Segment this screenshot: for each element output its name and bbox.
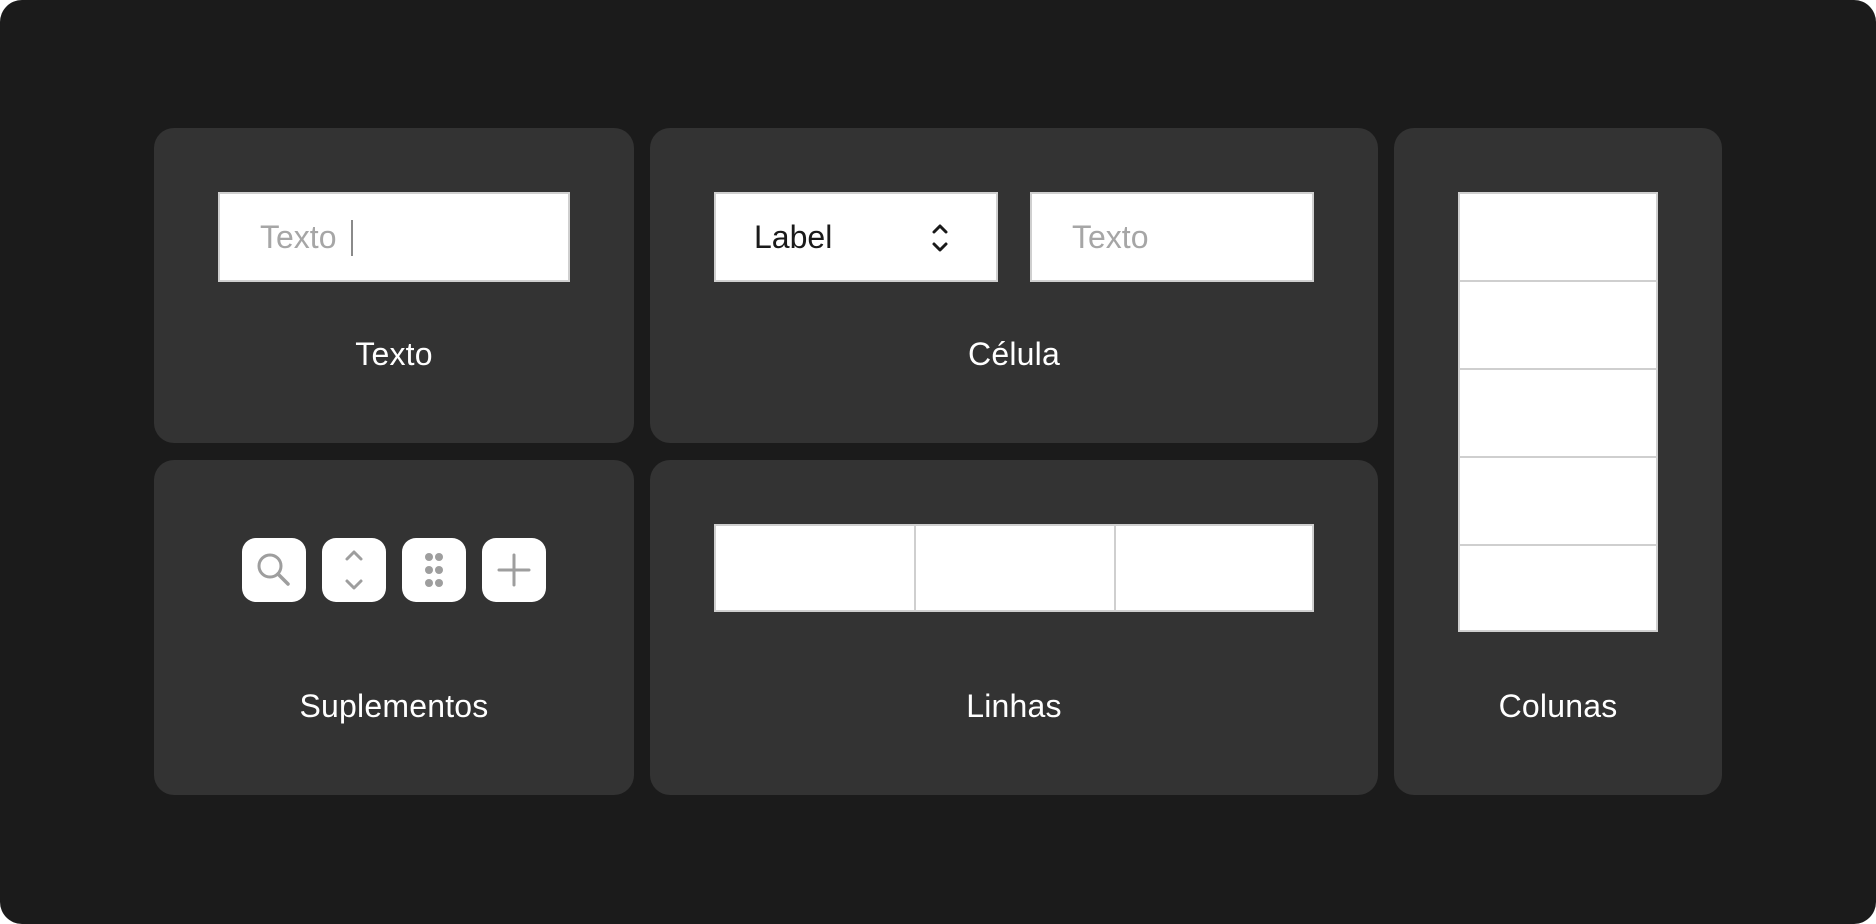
plus-icon (497, 553, 531, 587)
cell-select[interactable]: Label (714, 192, 998, 282)
canvas: Texto Texto Label Texto Célula Colunas S… (0, 0, 1876, 924)
search-icon (257, 553, 290, 586)
drag-handle-button[interactable] (402, 538, 466, 602)
card-texto-title: Texto (355, 336, 433, 372)
text-cursor (351, 220, 353, 256)
add-button[interactable] (482, 538, 546, 602)
row-strip (714, 524, 1314, 612)
chevron-up-down-icon (932, 224, 948, 252)
cell-text-input[interactable]: Texto (1030, 192, 1314, 282)
card-linhas: Linhas (650, 460, 1378, 795)
card-colunas: Colunas (1394, 128, 1722, 795)
cell-text-input-placeholder: Texto (1072, 219, 1149, 255)
chevron-up-down-icon (345, 550, 363, 590)
cell-select-value: Label (754, 219, 833, 255)
drag-handle-icon (425, 553, 443, 587)
column-stack (1458, 192, 1658, 632)
stepper-button[interactable] (322, 538, 386, 602)
card-suplementos-title: Suplementos (299, 688, 489, 724)
text-input-placeholder: Texto (260, 219, 337, 255)
card-celula: Label Texto Célula (650, 128, 1378, 443)
search-button[interactable] (242, 538, 306, 602)
card-colunas-title: Colunas (1498, 688, 1618, 724)
row-cell[interactable] (914, 524, 1116, 612)
row-cell[interactable] (1114, 524, 1314, 612)
text-input[interactable]: Texto (218, 192, 570, 282)
column-cell[interactable] (1458, 280, 1658, 370)
card-texto: Texto Texto (154, 128, 634, 443)
card-linhas-title: Linhas (966, 688, 1062, 724)
column-cell[interactable] (1458, 456, 1658, 546)
card-celula-title: Célula (968, 336, 1060, 372)
column-cell[interactable] (1458, 192, 1658, 282)
column-cell[interactable] (1458, 368, 1658, 458)
column-cell[interactable] (1458, 544, 1658, 632)
row-cell[interactable] (714, 524, 916, 612)
card-suplementos: Suplementos (154, 460, 634, 795)
